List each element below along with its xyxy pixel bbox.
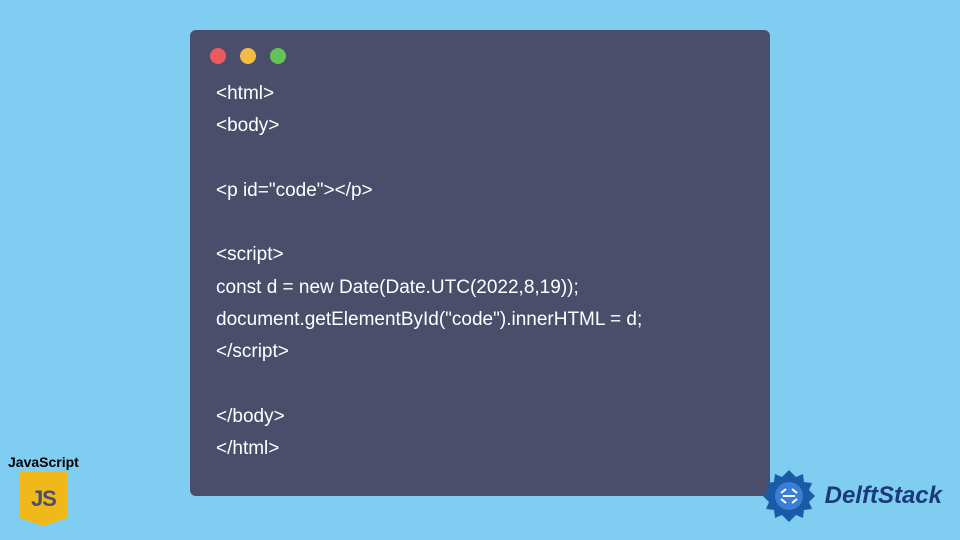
javascript-logo-text: JS (31, 486, 56, 512)
javascript-logo-icon: JS (19, 472, 67, 526)
delftstack-logo-icon (759, 466, 819, 526)
delftstack-badge: DelftStack (759, 466, 942, 526)
javascript-label: JavaScript (8, 454, 79, 470)
window-controls (190, 30, 770, 72)
code-window: <html> <body> <p id="code"></p> <script>… (190, 30, 770, 496)
delftstack-text: DelftStack (825, 482, 942, 510)
minimize-icon (240, 48, 256, 64)
code-content: <html> <body> <p id="code"></p> <script>… (190, 72, 770, 476)
close-icon (210, 48, 226, 64)
javascript-badge: JavaScript JS (8, 454, 79, 526)
maximize-icon (270, 48, 286, 64)
